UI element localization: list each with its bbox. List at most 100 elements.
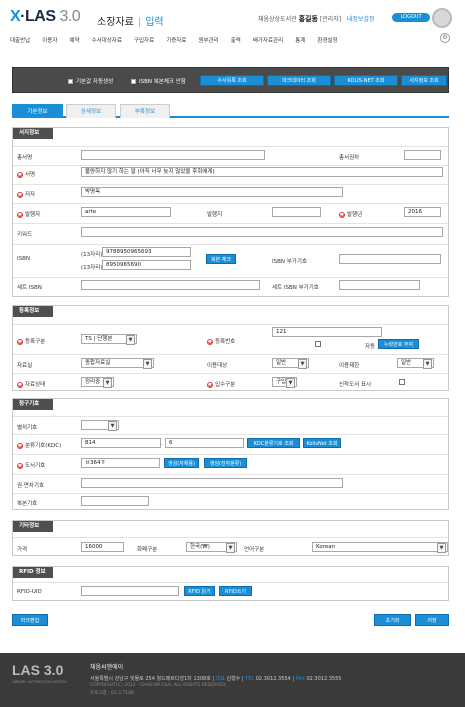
kolisnet-button[interactable]: KOLIS-NET 조회: [334, 75, 398, 86]
menu-item[interactable]: 환경설정: [317, 36, 337, 46]
set-isbn-input[interactable]: [81, 280, 260, 290]
ceo-name: 김형수: [226, 676, 241, 682]
page-title: 소장자료 | 입력: [97, 13, 164, 28]
reset-button[interactable]: 초기화: [374, 614, 411, 626]
target-label: 이용대상: [207, 363, 228, 369]
set-isbn-add-input[interactable]: [339, 280, 420, 290]
book-label: 도서기호: [17, 461, 45, 469]
status-label-text: 자료상태: [25, 382, 46, 388]
isbn10-label: (13자리): [81, 265, 103, 271]
menu-item[interactable]: 배가자료관리: [253, 36, 283, 46]
menu-item[interactable]: 이용자: [42, 36, 57, 46]
publisher-label-text: 발행자: [25, 212, 41, 218]
vol-input[interactable]: [81, 478, 343, 488]
rfid-uid-input[interactable]: [81, 586, 179, 596]
price-input[interactable]: 16000: [81, 542, 124, 552]
new-book-label: 신착도서 표시: [339, 382, 372, 388]
kdc-lookup-button[interactable]: KDC분류기호 조회: [247, 438, 300, 448]
reg-type-label: 등록구분: [17, 337, 45, 345]
logout-button[interactable]: LOGOUT: [392, 13, 430, 22]
title-label-text: 서명: [25, 172, 36, 178]
currency-select[interactable]: 한국(₩): [186, 542, 237, 553]
copy-label: 복본기호: [17, 501, 38, 507]
limit-select[interactable]: 일반: [397, 358, 434, 369]
new-book-checkbox[interactable]: [399, 379, 405, 385]
checkbox-icon: [131, 79, 136, 84]
author-label: 저자: [17, 190, 35, 198]
series-input[interactable]: [81, 150, 265, 160]
auto-checkbox[interactable]: [315, 341, 321, 347]
publisher-label: 발행자: [17, 210, 40, 218]
auto-default-checkbox[interactable]: 기본값 자동생성: [68, 77, 113, 85]
reg-no-label-text: 등록번호: [215, 339, 236, 345]
save-button[interactable]: 저장: [415, 614, 449, 626]
lang-select[interactable]: Korean: [312, 542, 448, 553]
menu-item[interactable]: 통계: [295, 36, 305, 46]
order-list-button[interactable]: 수서목록 조회: [200, 75, 264, 86]
acq-label: 입수구분: [207, 380, 235, 388]
isbn-add-input[interactable]: [339, 254, 441, 264]
section-header: 등록정보: [13, 306, 53, 317]
generate-self-button[interactable]: 생성(자체용): [164, 458, 199, 468]
menu-item[interactable]: 출력: [231, 36, 241, 46]
rfid-read-button[interactable]: RFID 읽기: [184, 586, 215, 596]
keyword-input[interactable]: [81, 227, 443, 237]
tel-label: TEL: [245, 676, 255, 682]
required-icon: [17, 171, 23, 178]
account-settings-link[interactable]: 내정보설정: [347, 16, 375, 23]
copy-input[interactable]: [81, 496, 149, 506]
class-input[interactable]: 814: [81, 438, 161, 448]
target-select[interactable]: 일반: [272, 358, 309, 369]
section-header: 서지정보: [13, 128, 53, 139]
menu-item[interactable]: 구입자료: [134, 36, 154, 46]
status-select[interactable]: 정리중: [81, 377, 114, 388]
marc-data-button[interactable]: 마크데이터 조회: [267, 75, 331, 86]
menu-item[interactable]: 수서대상자료: [92, 36, 122, 46]
missing-no-button[interactable]: 누락번호 부여: [378, 339, 419, 349]
gear-icon[interactable]: ⚙: [440, 33, 450, 43]
series-no-input[interactable]: [404, 150, 441, 160]
place-label: 발행지: [207, 212, 223, 218]
isbn-dup-checkbox[interactable]: ISBN 복본체크 안함: [131, 77, 186, 85]
isbn13-input[interactable]: 9788950965693: [102, 247, 191, 257]
place-input[interactable]: [272, 207, 321, 217]
book-input[interactable]: ㅂ364ㅎ: [81, 458, 160, 468]
reg-type-select[interactable]: TS | 단행본: [81, 334, 137, 345]
marc-edit-button[interactable]: 마크편집: [12, 614, 48, 626]
tab-detail[interactable]: 상세정보: [66, 104, 116, 118]
logo-version: 3.0: [59, 8, 81, 25]
las-logo[interactable]: X·LAS 3.0: [10, 8, 81, 26]
year-label-text: 발행년: [347, 212, 363, 218]
isbn-add-label: ISBN 부가기호: [272, 259, 307, 265]
bib-section: 서지정보 총서명 총서권차 서명 불량하지 않기 하는 말 (아직 너무 늦지 …: [12, 127, 449, 297]
menu-item[interactable]: 원부관리: [198, 36, 218, 46]
bib-info-button[interactable]: 서지정보 조회: [401, 75, 447, 86]
material-select[interactable]: 종합자료실: [81, 358, 154, 369]
year-input[interactable]: 2016: [404, 207, 441, 217]
limit-label: 이용제한: [339, 363, 360, 369]
title-input[interactable]: 불량하지 않기 하는 말 (아직 너무 늦지 않았을 후회에게): [81, 167, 443, 177]
book-label-text: 도서기호: [25, 463, 46, 469]
reg-no-input[interactable]: 121: [272, 327, 382, 337]
sep-select[interactable]: [81, 420, 119, 431]
section-header: 기타정보: [13, 521, 53, 532]
class-input-2[interactable]: 6: [165, 438, 244, 448]
author-input[interactable]: 박명옥: [81, 187, 343, 197]
tab-basic[interactable]: 기본정보: [12, 104, 63, 118]
rfid-write-button[interactable]: RFID쓰기: [219, 586, 252, 596]
menu-item[interactable]: 기증자료: [166, 36, 186, 46]
checkbox-label: ISBN 복본체크 안함: [139, 79, 186, 85]
isbn10-input[interactable]: 8950965690: [102, 260, 191, 270]
kolisnet-lookup-button[interactable]: KolisNet 조회: [303, 438, 341, 448]
dup-check-button[interactable]: 복본 체크: [206, 254, 236, 264]
generate-ebook-button[interactable]: 생성(전자분류): [204, 458, 247, 468]
menu-item[interactable]: 대출반납: [10, 36, 30, 46]
tab-appendix[interactable]: 부록정보: [120, 104, 170, 118]
footer-version: 프로그램 : 03.2.7188: [90, 691, 134, 696]
publisher-input[interactable]: arte: [81, 207, 171, 217]
acq-select[interactable]: 구입: [272, 377, 297, 388]
footer-logo: LAS 3.0: [12, 662, 64, 678]
avatar[interactable]: [432, 8, 452, 28]
status-label: 자료상태: [17, 380, 45, 388]
menu-item[interactable]: 예약: [69, 36, 79, 46]
